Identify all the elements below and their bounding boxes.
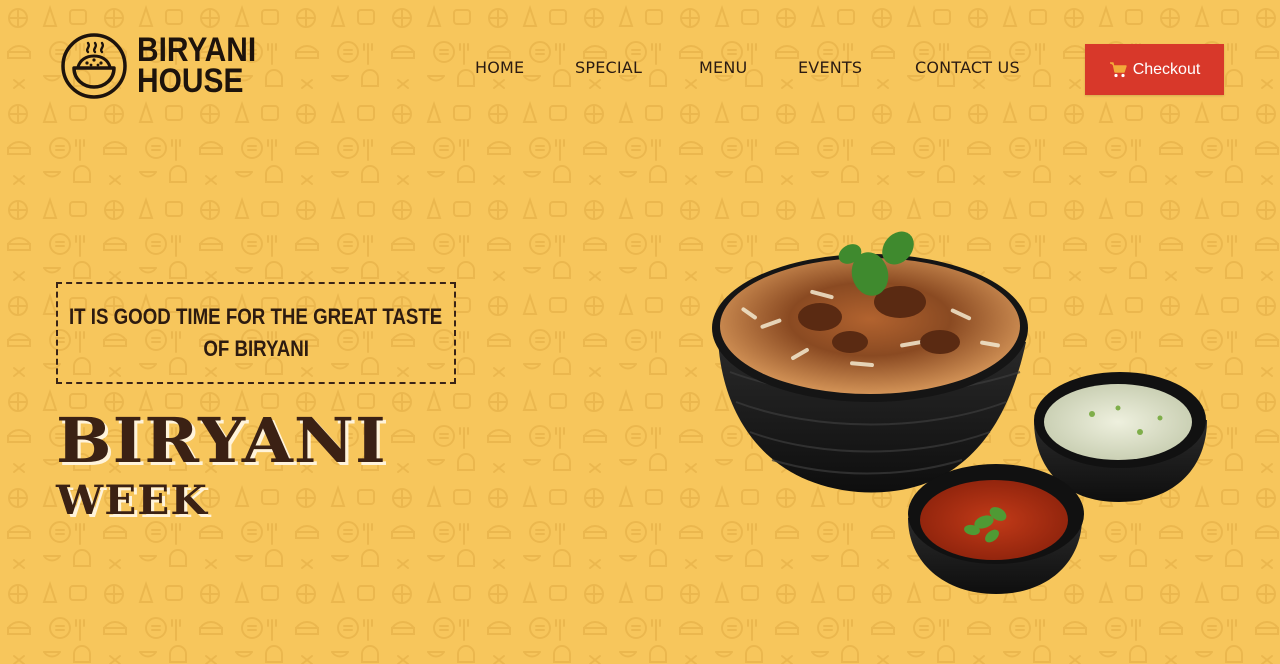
nav-item-contact-us[interactable]: CONTACT US <box>915 58 1020 77</box>
cart-icon <box>1109 61 1127 77</box>
biryani-dish-image <box>712 231 1207 594</box>
checkout-label: Checkout <box>1132 60 1201 78</box>
nav-item-special[interactable]: SPECIAL <box>575 58 642 77</box>
tagline-box: IT IS GOOD TIME FOR THE GREAT TASTE OF B… <box>56 282 456 384</box>
tagline-line2: OF BIRYANI <box>203 336 309 361</box>
biryani-bowl-icon <box>61 33 127 99</box>
nav-item-menu[interactable]: MENU <box>699 58 747 77</box>
brand-logo[interactable]: BIRYANI HOUSE <box>60 32 272 100</box>
hero-title-line2: WEEK <box>56 477 208 524</box>
hero-title-line1: BIRYANI <box>56 404 387 477</box>
hero-title: BIRYANI WEEK <box>56 404 386 524</box>
brand-name-line2: HOUSE <box>137 62 244 100</box>
checkout-button[interactable]: Checkout <box>1085 44 1224 95</box>
nav-item-events[interactable]: EVENTS <box>798 58 862 77</box>
tagline-line1: IT IS GOOD TIME FOR THE GREAT TASTE <box>69 304 443 329</box>
brand-name: BIRYANI HOUSE <box>137 33 256 100</box>
nav-item-home[interactable]: HOME <box>475 58 524 77</box>
